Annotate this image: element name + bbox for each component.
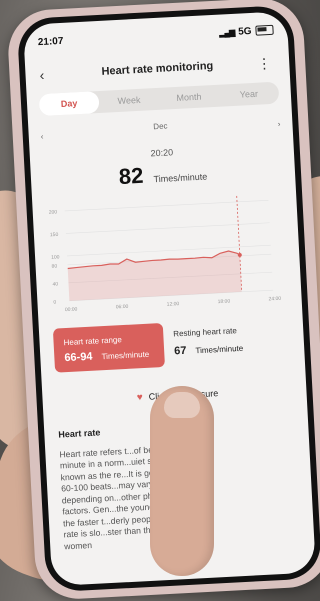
x-tick-label: 06:00 bbox=[116, 304, 129, 311]
tab-week[interactable]: Week bbox=[98, 88, 159, 113]
month-label: Dec bbox=[40, 116, 280, 138]
gridline bbox=[66, 223, 270, 234]
y-tick-label: 200 bbox=[49, 209, 58, 215]
network-label: 5G bbox=[238, 25, 252, 37]
resting-value-row: 67 Times/minute bbox=[174, 342, 244, 358]
gridline bbox=[65, 200, 269, 211]
x-tick-label: 00:00 bbox=[65, 306, 78, 313]
tab-month[interactable]: Month bbox=[158, 85, 219, 110]
status-bar: 21:07 ▂▄▆ 5G bbox=[37, 22, 274, 50]
more-vertical-icon[interactable]: ⋮ bbox=[257, 54, 272, 72]
x-tick-label: 24:00 bbox=[268, 296, 281, 303]
y-tick-label: 100 bbox=[51, 254, 60, 260]
back-arrow-icon[interactable]: ‹ bbox=[39, 67, 45, 83]
y-tick-label: 0 bbox=[53, 300, 56, 306]
resting-unit: Times/minute bbox=[195, 344, 243, 355]
period-tabs: Day Week Month Year bbox=[39, 82, 280, 117]
y-tick-label: 150 bbox=[50, 232, 59, 238]
heart-pulse-icon: ♥ bbox=[137, 392, 144, 403]
y-tick-label: 80 bbox=[51, 263, 57, 269]
page-title: Heart rate monitoring bbox=[101, 60, 213, 78]
tab-day[interactable]: Day bbox=[39, 91, 100, 116]
tab-year[interactable]: Year bbox=[218, 82, 279, 107]
resting-label: Resting heart rate bbox=[173, 326, 237, 338]
battery-icon bbox=[255, 25, 273, 36]
heart-rate-unit: Times/minute bbox=[153, 171, 207, 184]
range-value: 66-94 bbox=[64, 351, 93, 364]
status-icons: ▂▄▆ 5G bbox=[219, 24, 274, 38]
heart-rate-value: 82 bbox=[118, 163, 144, 190]
resting-value: 67 bbox=[174, 345, 187, 358]
fingernail bbox=[164, 392, 200, 418]
finger bbox=[150, 386, 214, 576]
heart-rate-range-card: Heart rate range 66-94 Times/minute bbox=[53, 323, 165, 373]
x-tick-label: 18:00 bbox=[218, 298, 231, 305]
range-label: Heart rate range bbox=[63, 335, 122, 347]
heart-rate-chart[interactable]: 200 150 100 80 40 0 00:00 06:00 12:00 18:00 24:00 bbox=[46, 190, 282, 320]
status-time: 21:07 bbox=[38, 35, 64, 47]
range-value-row: 66-94 Times/minute bbox=[64, 348, 149, 364]
x-tick-label: 12:00 bbox=[167, 301, 180, 308]
y-tick-label: 40 bbox=[52, 281, 58, 287]
signal-icon: ▂▄▆ bbox=[219, 27, 234, 37]
range-unit: Times/minute bbox=[101, 350, 149, 361]
